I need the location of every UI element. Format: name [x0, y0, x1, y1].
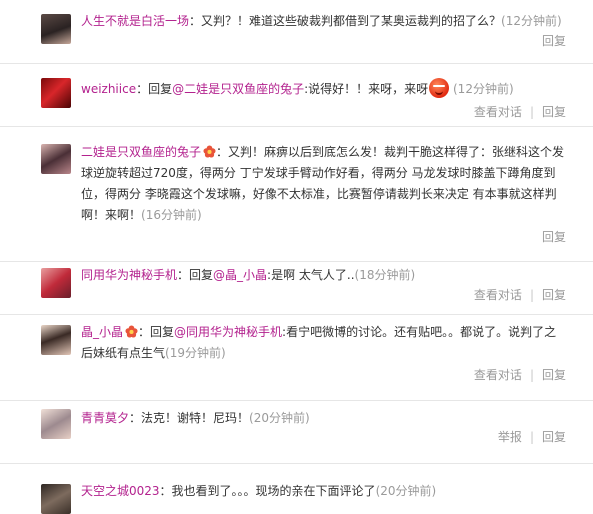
avatar[interactable]: [41, 268, 71, 298]
flower-badge-icon: [203, 145, 216, 158]
comment-text: :是啊 太气人了..: [267, 268, 355, 282]
view-conversation-link[interactable]: 查看对话: [474, 368, 522, 382]
avatar[interactable]: [41, 78, 71, 108]
view-conversation-link[interactable]: 查看对话: [474, 288, 522, 302]
reply-link[interactable]: 回复: [542, 34, 566, 48]
comment-item: 天空之城0023：我也看到了。。。现场的亲在下面评论了(20分钟前): [0, 464, 593, 514]
comment-list: 人生不就是白活一场：又判？！难道这些破裁判都借到了某奥运裁判的招了么？(12分钟…: [0, 0, 593, 514]
avatar[interactable]: [41, 409, 71, 439]
comment-timestamp: (20分钟前): [375, 484, 437, 498]
angry-face-emoji-icon: [429, 78, 450, 98]
comment-reply-prefix: ：回复: [136, 82, 173, 96]
comment-text: ：法克！谢特！尼玛！: [129, 411, 250, 425]
comment-item: 人生不就是白活一场：又判？！难道这些破裁判都借到了某奥运裁判的招了么？(12分钟…: [0, 0, 593, 64]
comment-timestamp: (18分钟前): [354, 268, 416, 282]
mention-link[interactable]: @晶_小晶: [213, 268, 267, 282]
avatar[interactable]: [41, 325, 71, 355]
reply-link[interactable]: 回复: [542, 288, 566, 302]
reply-link[interactable]: 回复: [542, 430, 566, 444]
avatar[interactable]: [41, 484, 71, 514]
comment-text: ：我也看到了。。。现场的亲在下面评论了: [159, 484, 376, 498]
comment-reply-prefix: ：回复: [177, 268, 214, 282]
comment-username[interactable]: 青青莫夕: [81, 411, 129, 425]
comment-item: 青青莫夕：法克！谢特！尼玛！(20分钟前) 举报 | 回复: [0, 401, 593, 464]
comment-reply-prefix: ：回复: [138, 325, 175, 339]
comment-text: :说得好！！来呀，来呀: [304, 82, 429, 96]
comment-username[interactable]: 晶_小晶: [81, 325, 123, 339]
report-link[interactable]: 举报: [498, 430, 522, 444]
mention-link[interactable]: @二娃是只双鱼座的兔子: [172, 82, 304, 96]
avatar[interactable]: [41, 14, 71, 44]
comment-username[interactable]: 同用华为神秘手机: [81, 268, 177, 282]
comment-item: weizhiice：回复@二娃是只双鱼座的兔子:说得好！！来呀，来呀 (12分钟…: [0, 64, 593, 127]
comment-username[interactable]: weizhiice: [81, 82, 136, 96]
comment-item: 晶_小晶 ：回复@同用华为神秘手机:看宁吧微博的讨论。还有贴吧。。都说了。说判了之…: [0, 315, 593, 401]
comment-timestamp: (16分钟前): [141, 208, 202, 222]
comment-item: 同用华为神秘手机：回复@晶_小晶:是啊 太气人了..(18分钟前) 查看对话 | 回…: [0, 262, 593, 315]
action-divider: |: [529, 430, 534, 444]
comment-item: 二娃是只双鱼座的兔子 ：又判！麻痹以后到底怎么发！裁判干脆这样得了：张继科这个发球…: [0, 127, 593, 262]
comment-username[interactable]: 天空之城0023: [81, 484, 160, 498]
action-divider: |: [529, 105, 534, 119]
reply-link[interactable]: 回复: [542, 368, 566, 382]
comment-timestamp: (12分钟前): [453, 82, 514, 96]
comment-timestamp: (20分钟前): [249, 411, 310, 425]
reply-link[interactable]: 回复: [542, 105, 566, 119]
mention-link[interactable]: @同用华为神秘手机: [174, 325, 282, 339]
comment-timestamp: (12分钟前): [501, 14, 562, 28]
comment-timestamp: (19分钟前): [165, 346, 226, 360]
avatar[interactable]: [41, 144, 71, 174]
action-divider: |: [529, 288, 534, 302]
action-divider: |: [529, 368, 534, 382]
flower-badge-icon: [125, 325, 138, 338]
comment-username[interactable]: 二娃是只双鱼座的兔子: [81, 145, 201, 159]
view-conversation-link[interactable]: 查看对话: [474, 105, 522, 119]
comment-username[interactable]: 人生不就是白活一场: [81, 14, 189, 28]
comment-text: ：又判？！难道这些破裁判都借到了某奥运裁判的招了么？: [189, 14, 502, 28]
reply-link[interactable]: 回复: [542, 230, 566, 244]
